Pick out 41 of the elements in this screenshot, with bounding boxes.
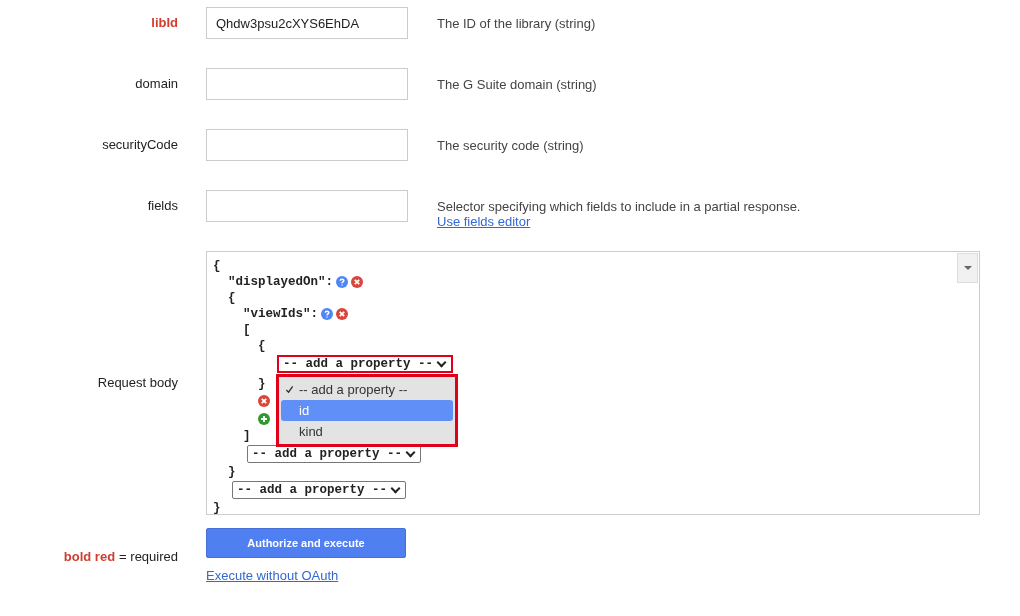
menu-option[interactable]: -- add a property -- [281, 379, 453, 400]
parameter-description: The security code (string) [437, 138, 584, 153]
code-text: } [228, 464, 236, 480]
code-text: "displayedOn": [228, 274, 334, 290]
property-select[interactable]: -- add a property -- [247, 445, 422, 463]
parameter-description: The ID of the library (string) [437, 16, 596, 31]
legend-text: = required [119, 548, 178, 566]
remove-icon[interactable] [336, 308, 348, 320]
code-text: } [258, 376, 266, 392]
parameter-description: The G Suite domain (string) [437, 77, 597, 92]
menu-option[interactable]: kind [281, 421, 453, 442]
code-text: } [213, 500, 221, 516]
parameter-description: Selector specifying which fields to include in a partial response. [437, 199, 801, 214]
fields-editor-link[interactable]: Use fields editor [437, 214, 531, 229]
code-text: ] [243, 428, 251, 444]
remove-icon[interactable] [351, 276, 364, 288]
add-icon[interactable] [258, 413, 270, 425]
code-text: "viewIds": [243, 306, 318, 322]
help-icon[interactable] [321, 308, 333, 320]
input-field[interactable] [206, 68, 408, 100]
code-text: [ [243, 322, 251, 338]
input-field[interactable] [206, 190, 408, 222]
input-field[interactable] [206, 129, 408, 161]
dropdown-toggle[interactable] [957, 253, 978, 283]
parameter-label: domain [134, 75, 178, 93]
parameter-label: libId [150, 14, 178, 32]
code-text: { [258, 338, 266, 354]
input-field[interactable]: Qhdw3psu2cXYS6EhDA [206, 7, 408, 39]
property-select[interactable]: -- add a property -- [277, 355, 454, 373]
parameter-label: fields [146, 197, 178, 215]
parameter-label: securityCode [101, 136, 178, 154]
request-body-editor[interactable]: { "displayedOn": { "viewIds": [ { -- add a property -- -- add a property -- id kind } ] -- add a property -- } -- add a property -- } [206, 251, 980, 515]
execute-link[interactable]: Execute without OAuth [206, 568, 339, 583]
code-text: { [228, 290, 236, 306]
required-marker: bold red [63, 548, 116, 566]
code-text: { [213, 258, 221, 274]
property-select[interactable]: -- add a property -- [232, 481, 407, 499]
authorize-button[interactable]: Authorize and execute [206, 528, 406, 558]
parameter-label: Request body [96, 374, 178, 392]
help-icon[interactable] [336, 276, 349, 288]
remove-icon[interactable] [258, 395, 270, 407]
